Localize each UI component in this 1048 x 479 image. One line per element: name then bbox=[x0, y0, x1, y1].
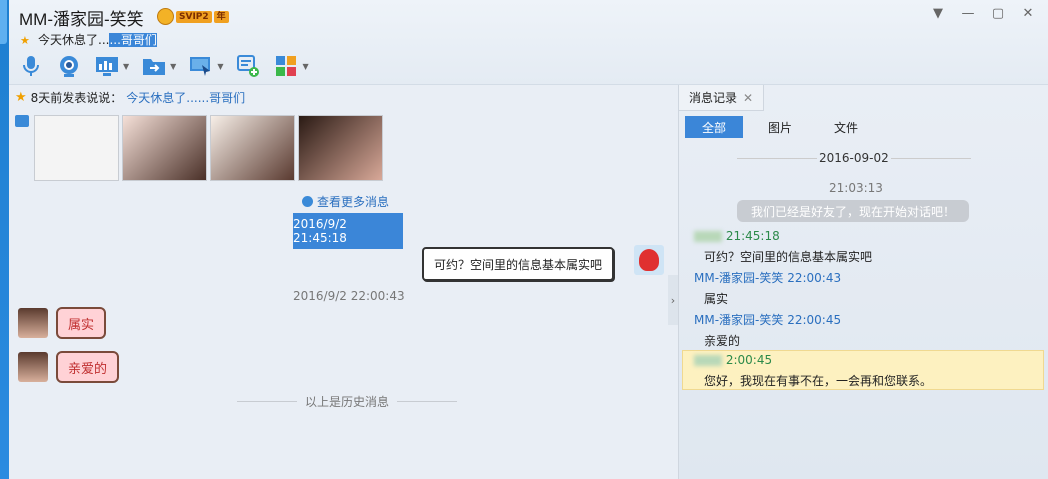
story-link[interactable]: 今天休息了......哥哥们 bbox=[126, 89, 245, 106]
chevron-down-icon[interactable]: ▼ bbox=[123, 62, 129, 71]
history-time: 21:45:18 bbox=[725, 229, 780, 243]
window-controls: ▼ — ▢ ✕ bbox=[930, 6, 1036, 21]
toolbar: ▼ ▼ ▼ ▼ bbox=[18, 52, 321, 80]
history-message: 可约？空间里的信息基本属实吧 bbox=[704, 250, 873, 264]
history-time: 2:00:45 bbox=[725, 353, 773, 367]
selected-timestamp: 2016/9/2 21:45:18 bbox=[293, 213, 403, 249]
incoming-message-row: 亲爱的 bbox=[18, 351, 120, 383]
incoming-message-row: 属实 bbox=[18, 307, 107, 339]
camera-icon bbox=[15, 115, 29, 127]
incoming-message-bubble[interactable]: 属实 bbox=[56, 307, 107, 339]
star-icon: ★ bbox=[15, 90, 27, 105]
incoming-message-bubble[interactable]: 亲爱的 bbox=[56, 351, 120, 383]
photo-strip bbox=[15, 115, 383, 181]
redacted-name bbox=[694, 231, 722, 242]
bird-icon bbox=[639, 249, 659, 271]
crown-icon bbox=[157, 8, 174, 25]
file-transfer-icon bbox=[143, 59, 166, 75]
contact-signature: 今天休息了......哥哥们 bbox=[38, 31, 157, 48]
history-sender-line: MM-潘家园-笑笑 22:00:43 bbox=[694, 269, 841, 286]
message-history-panel: 消息记录 ✕ 全部 图片 文件 2016-09-02 21:03:13 我们已经… bbox=[679, 85, 1048, 479]
vip-year: 年 bbox=[213, 10, 229, 23]
photo-thumbnail[interactable] bbox=[298, 115, 383, 181]
maximize-button[interactable]: ▢ bbox=[990, 6, 1006, 21]
apps-button[interactable]: ▼ bbox=[273, 53, 309, 79]
avatar[interactable] bbox=[634, 245, 664, 275]
history-sender-line: 21:45:18 bbox=[694, 229, 780, 243]
video-button[interactable] bbox=[56, 53, 82, 79]
chat-area[interactable]: ★ 8天前发表说说： 今天休息了......哥哥们 查看更多消息 2016/9/2… bbox=[9, 85, 678, 479]
screen-share-button[interactable]: ▼ bbox=[94, 53, 129, 79]
history-sender: MM-潘家园-笑笑 bbox=[694, 271, 784, 285]
history-date: 2016-09-02 bbox=[737, 151, 971, 165]
chat-header: MM-潘家园-笑笑 SVIP2 年 ★ 今天休息了......哥哥们 ▼ ▼ ▼ bbox=[9, 0, 1048, 85]
strip-knob[interactable] bbox=[0, 0, 7, 44]
remote-assist-button[interactable]: ▼ bbox=[188, 53, 223, 79]
tab-label: 消息记录 bbox=[689, 91, 738, 105]
view-more-link[interactable]: 查看更多消息 bbox=[302, 193, 389, 210]
story-prefix: 8天前发表说说： bbox=[30, 91, 123, 105]
history-label: 以上是历史消息 bbox=[305, 395, 390, 409]
history-time: 21:03:13 bbox=[829, 181, 883, 195]
history-sender-line: 2:00:45 bbox=[694, 353, 772, 367]
vip-badge[interactable]: SVIP2 年 bbox=[157, 8, 229, 25]
avatar[interactable] bbox=[18, 308, 48, 338]
close-button[interactable]: ✕ bbox=[1020, 6, 1036, 21]
close-icon[interactable]: ✕ bbox=[743, 91, 753, 105]
redacted-name bbox=[694, 355, 722, 366]
apps-icon bbox=[276, 56, 297, 76]
vip-level: SVIP2 bbox=[176, 10, 212, 23]
history-sender: MM-潘家园-笑笑 bbox=[694, 313, 784, 327]
divider-line bbox=[397, 401, 458, 402]
view-more-label: 查看更多消息 bbox=[317, 195, 390, 209]
filter-files[interactable]: 文件 bbox=[817, 116, 875, 138]
left-sidebar-strip bbox=[0, 0, 9, 479]
add-message-icon bbox=[237, 55, 260, 77]
signature-highlight: ...哥哥们 bbox=[109, 33, 157, 47]
message-timestamp: 2016/9/2 22:00:43 bbox=[293, 289, 405, 303]
filter-tabs: 全部 图片 文件 bbox=[685, 116, 875, 138]
history-sender-line: MM-潘家园-笑笑 22:00:45 bbox=[694, 311, 841, 328]
voice-button[interactable] bbox=[18, 53, 44, 79]
remote-assist-icon bbox=[190, 57, 211, 76]
system-message: 我们已经是好友了，现在开始对话吧！ bbox=[737, 200, 969, 222]
minimize-button[interactable]: — bbox=[960, 6, 976, 21]
history-message: 您好，我现在有事不在，一会再和您联系。 bbox=[704, 374, 933, 388]
star-icon: ★ bbox=[20, 34, 30, 47]
collapse-panel-button[interactable]: › bbox=[668, 275, 678, 325]
microphone-icon bbox=[23, 56, 39, 76]
history-divider: 以上是历史消息 bbox=[237, 393, 458, 410]
contact-name: MM-潘家园-笑笑 bbox=[19, 10, 144, 29]
menu-button[interactable]: ▼ bbox=[930, 6, 946, 21]
avatar[interactable] bbox=[18, 352, 48, 382]
story-notice: ★ 8天前发表说说： 今天休息了......哥哥们 bbox=[15, 89, 245, 106]
history-time: 22:00:43 bbox=[787, 271, 842, 285]
photo-thumbnail[interactable] bbox=[34, 115, 119, 181]
photo-thumbnail[interactable] bbox=[210, 115, 295, 181]
outgoing-message-bubble[interactable]: 可约？空间里的信息基本属实吧 bbox=[422, 247, 615, 281]
screen-share-icon bbox=[96, 57, 118, 76]
webcam-icon bbox=[60, 56, 78, 77]
divider-line bbox=[237, 401, 297, 402]
history-message: 亲爱的 bbox=[704, 334, 741, 348]
add-message-button[interactable] bbox=[235, 53, 261, 79]
photo-thumbnail[interactable] bbox=[122, 115, 207, 181]
file-transfer-button[interactable]: ▼ bbox=[141, 53, 176, 79]
signature-text: 今天休息了... bbox=[38, 33, 110, 47]
filter-all[interactable]: 全部 bbox=[685, 116, 743, 138]
chevron-down-icon[interactable]: ▼ bbox=[170, 62, 176, 71]
filter-images[interactable]: 图片 bbox=[751, 116, 809, 138]
clock-icon bbox=[302, 196, 313, 207]
chevron-down-icon[interactable]: ▼ bbox=[217, 62, 223, 71]
tab-message-history[interactable]: 消息记录 ✕ bbox=[679, 85, 765, 111]
history-time: 22:00:45 bbox=[787, 313, 842, 327]
history-message: 属实 bbox=[704, 292, 729, 306]
chevron-down-icon[interactable]: ▼ bbox=[302, 62, 308, 71]
